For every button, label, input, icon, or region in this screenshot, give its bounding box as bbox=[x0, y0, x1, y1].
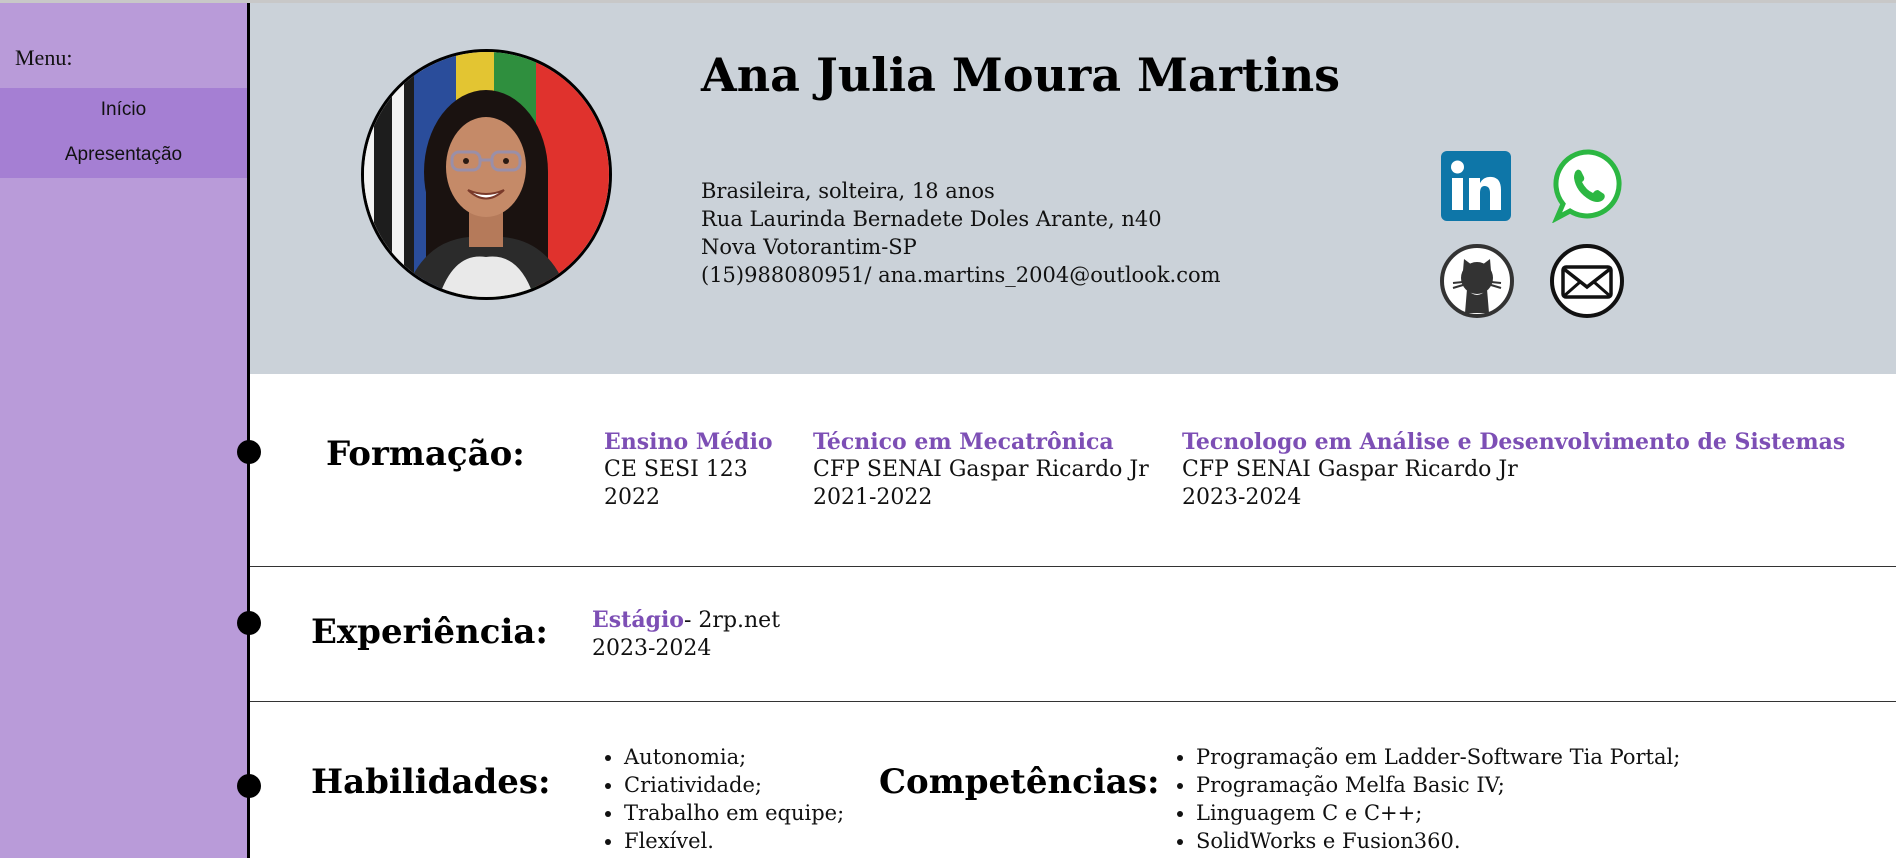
profile-photo bbox=[361, 49, 612, 300]
habilidades-title: Habilidades: bbox=[311, 762, 551, 802]
formacao-item-title: Tecnologo em Análise e Desenvolvimento d… bbox=[1182, 429, 1846, 455]
experiencia-role-line: Estágio- 2rp.net bbox=[592, 607, 780, 633]
list-item: Flexível. bbox=[624, 827, 844, 855]
list-item: Linguagem C e C++; bbox=[1196, 799, 1680, 827]
timeline-dot bbox=[237, 774, 261, 798]
timeline-dot bbox=[237, 440, 261, 464]
competencias-list: Programação em Ladder-Software Tia Porta… bbox=[1172, 743, 1680, 855]
profile-info-line: Nova Votorantim-SP bbox=[701, 235, 917, 259]
formacao-item-years: 2021-2022 bbox=[813, 485, 933, 510]
experiencia-company: - 2rp.net bbox=[684, 608, 781, 633]
section-divider bbox=[250, 701, 1896, 702]
formacao-item-place: CE SESI 123 bbox=[604, 457, 748, 482]
profile-info-line: Brasileira, solteira, 18 anos bbox=[701, 179, 995, 203]
profile-photo-image bbox=[364, 52, 609, 297]
formacao-item-title: Ensino Médio bbox=[604, 429, 773, 455]
menu-item-apresentacao[interactable]: Apresentação bbox=[0, 144, 247, 166]
habilidades-list: Autonomia; Criatividade; Trabalho em equ… bbox=[600, 743, 844, 855]
profile-contact-line: (15)988080951/ ana.martins_2004@outlook.… bbox=[701, 263, 1221, 287]
experiencia-years: 2023-2024 bbox=[592, 636, 712, 661]
formacao-item-title: Técnico em Mecatrônica bbox=[813, 429, 1114, 455]
experiencia-role: Estágio bbox=[592, 607, 684, 633]
sidebar: Menu: Início Apresentação bbox=[0, 3, 247, 858]
list-item: SolidWorks e Fusion360. bbox=[1196, 827, 1680, 855]
menu-title: Menu: bbox=[15, 45, 73, 70]
formacao-item-years: 2023-2024 bbox=[1182, 485, 1302, 510]
competencias-title: Competências: bbox=[879, 762, 1160, 802]
github-icon[interactable] bbox=[1439, 243, 1515, 323]
formacao-item-years: 2022 bbox=[604, 485, 660, 510]
mail-icon[interactable] bbox=[1549, 243, 1625, 323]
section-divider bbox=[250, 566, 1896, 567]
list-item: Trabalho em equipe; bbox=[624, 799, 844, 827]
profile-info-line: Rua Laurinda Bernadete Doles Arante, n40 bbox=[701, 207, 1162, 231]
whatsapp-icon[interactable] bbox=[1551, 148, 1627, 227]
profile-name: Ana Julia Moura Martins bbox=[701, 48, 1341, 102]
list-item: Programação Melfa Basic IV; bbox=[1196, 771, 1680, 799]
timeline-dot bbox=[237, 611, 261, 635]
formacao-item-place: CFP SENAI Gaspar Ricardo Jr bbox=[1182, 457, 1518, 482]
list-item: Programação em Ladder-Software Tia Porta… bbox=[1196, 743, 1680, 771]
formacao-title: Formação: bbox=[326, 434, 525, 474]
linkedin-icon[interactable] bbox=[1441, 151, 1511, 225]
menu-list: Início Apresentação bbox=[0, 88, 247, 178]
formacao-item-place: CFP SENAI Gaspar Ricardo Jr bbox=[813, 457, 1149, 482]
list-item: Autonomia; bbox=[624, 743, 844, 771]
list-item: Criatividade; bbox=[624, 771, 844, 799]
menu-item-inicio[interactable]: Início bbox=[0, 99, 247, 121]
experiencia-title: Experiência: bbox=[311, 612, 548, 652]
